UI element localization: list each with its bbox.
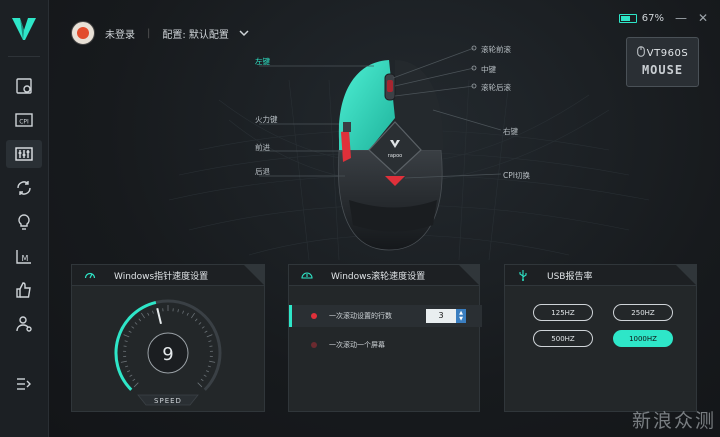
rate-125hz-button[interactable]: 125HZ [533, 304, 593, 321]
sidebar-item-equalizer[interactable] [6, 140, 42, 168]
sidebar-item-lighting[interactable] [6, 208, 42, 236]
watermark: 新浪众测 [631, 410, 716, 432]
sidebar-item-dashboard[interactable] [6, 72, 42, 100]
speedometer-icon [84, 272, 96, 279]
usb-icon [519, 270, 527, 281]
label-fire-key[interactable]: 火力键 [255, 114, 278, 125]
sync-icon [17, 181, 31, 195]
sidebar-item-macro[interactable]: M [6, 242, 42, 270]
scroll-option-screen-label: 一次滚动一个屏幕 [329, 341, 385, 349]
sidebar-item-cpi[interactable]: CPI [6, 106, 42, 134]
sidebar-item-sync[interactable] [6, 174, 42, 202]
speed-label: SPEED [154, 397, 182, 405]
gauge-tick [125, 365, 129, 368]
rate-1000hz-button[interactable]: 1000HZ [613, 330, 673, 347]
speed-gauge[interactable]: 9 SPEED [72, 285, 264, 411]
gauge-tick [205, 370, 210, 373]
gauge-tick [120, 360, 127, 363]
rate-500hz-button[interactable]: 500HZ [533, 330, 593, 347]
gauge-tick [123, 334, 130, 338]
usb-rate-header: USB报告率 [505, 265, 696, 286]
scroll-option-screen[interactable]: 一次滚动一个屏幕 [289, 334, 479, 356]
gauge-tick [134, 322, 138, 325]
pointer-speed-title: Windows指针速度设置 [114, 271, 209, 282]
scroll-speed-header: Windows滚轮速度设置 [289, 265, 479, 286]
label-back[interactable]: 后退 [255, 166, 270, 177]
rapoo-v-logo [12, 18, 36, 40]
gauge-tick [186, 312, 189, 316]
svg-text:M: M [22, 254, 29, 263]
speed-value: 9 [162, 344, 173, 365]
gauge-tick [200, 378, 204, 382]
gauge-tick [208, 340, 212, 342]
gauge-tick [204, 330, 208, 333]
rate-250hz-button[interactable]: 250HZ [613, 304, 673, 321]
gauge-tick [198, 322, 202, 325]
sidebar-item-like[interactable] [6, 276, 42, 304]
label-middle-key[interactable]: 中键 [481, 64, 496, 75]
menu-expand-icon [17, 378, 31, 390]
gauge-tick [152, 310, 154, 314]
sidebar: CPI M [0, 0, 49, 437]
scroll-wheel-icon [301, 272, 313, 279]
sidebar-item-user-settings[interactable] [6, 310, 42, 338]
gauge-tick [138, 318, 142, 322]
pointer-speed-header: Windows指针速度设置 [72, 265, 264, 286]
gauge-tick [197, 382, 203, 388]
gauge-tick [128, 330, 132, 333]
cpi-icon: CPI [15, 113, 33, 127]
label-scroll-back[interactable]: 滚轮后滚 [481, 82, 511, 93]
radio-unselected[interactable] [311, 342, 317, 348]
gauge-tick [209, 360, 216, 363]
gauge-tick [207, 365, 211, 368]
label-scroll-forward[interactable]: 滚轮前滚 [481, 44, 511, 55]
lines-stepper[interactable]: 3 ▲ ▼ [426, 309, 468, 323]
scroll-option-lines-label: 一次滚动设置的行数 [329, 312, 392, 320]
gauge-tick [182, 310, 184, 314]
gauge-tick [206, 334, 213, 338]
usb-rate-panel: USB报告率 125HZ 250HZ 500HZ 1000HZ [504, 264, 697, 412]
gauge-needle [156, 308, 162, 325]
usb-rate-title: USB报告率 [547, 271, 593, 282]
gauge-tick [131, 326, 135, 329]
lines-stepper-value[interactable]: 3 [426, 309, 456, 323]
gauge-tick [147, 312, 150, 316]
label-cpi-switch[interactable]: CPI切换 [503, 170, 530, 181]
dashboard-icon [16, 78, 32, 94]
gauge-tick [201, 326, 205, 329]
stepper-down-icon[interactable]: ▼ [459, 316, 463, 322]
gauge-tick [133, 382, 139, 388]
mouse-brand-text: rapoo [388, 153, 402, 159]
svg-text:CPI: CPI [19, 119, 29, 126]
macro-icon: M [16, 250, 31, 264]
lightbulb-icon [18, 214, 30, 230]
gauge-tick [132, 378, 136, 382]
user-settings-icon [16, 316, 32, 332]
label-forward[interactable]: 前进 [255, 142, 270, 153]
thumbs-up-icon [16, 282, 31, 298]
equalizer-icon [15, 147, 33, 161]
scroll-speed-panel: Windows滚轮速度设置 一次滚动设置的行数 3 ▲ ▼ 一次滚动一个屏幕 [288, 264, 482, 412]
gauge-tick [141, 312, 145, 319]
radio-selected[interactable] [311, 313, 317, 319]
label-right-key[interactable]: 右键 [503, 126, 518, 137]
scroll-option-lines[interactable]: 一次滚动设置的行数 3 ▲ ▼ [289, 305, 482, 327]
sidebar-item-expand[interactable] [6, 370, 42, 398]
gauge-tick [191, 312, 195, 319]
gauge-tick [126, 370, 131, 373]
main-area: 未登录 | 配置: 默认配置 67% — ✕ VT960S MOUSE rapo… [49, 0, 720, 437]
gauge-tick [203, 374, 207, 377]
scroll-speed-title: Windows滚轮速度设置 [331, 271, 426, 282]
sidebar-divider [8, 56, 40, 57]
label-left-key[interactable]: 左键 [255, 56, 270, 67]
gauge-tick [129, 374, 133, 377]
gauge-tick [124, 340, 128, 342]
gauge-tick [177, 309, 179, 313]
gauge-tick [194, 318, 198, 322]
pointer-speed-panel: Windows指针速度设置 9 SPEED [71, 264, 265, 412]
